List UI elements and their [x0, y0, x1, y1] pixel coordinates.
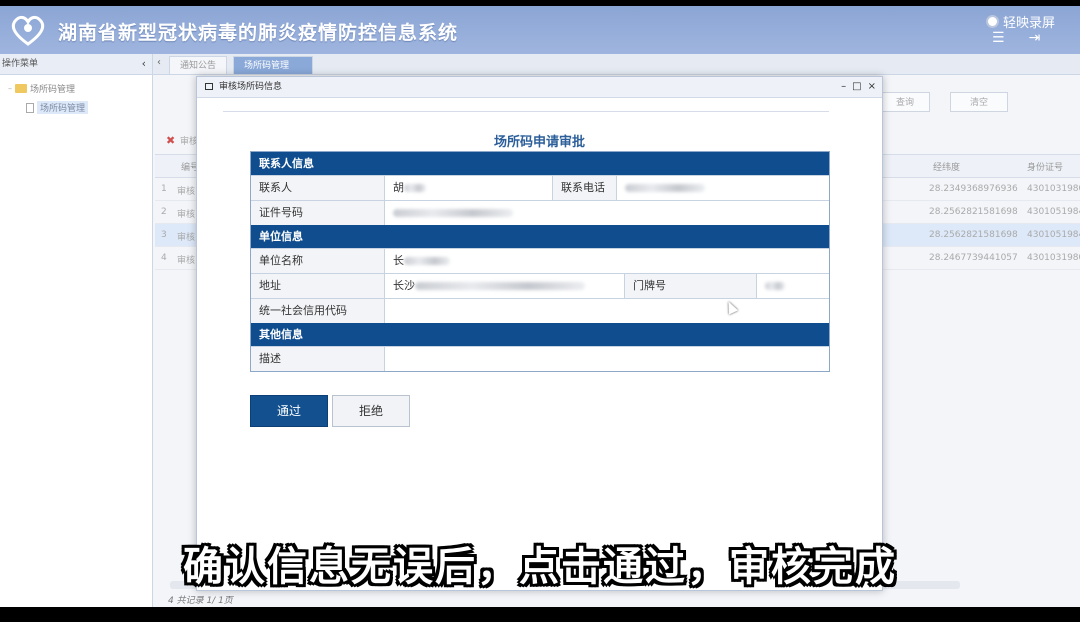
section-contact: 联系人信息: [251, 152, 829, 175]
form-row: 描述: [251, 346, 829, 371]
unit-name-value: 长: [385, 249, 827, 273]
id-number-value: [385, 201, 827, 225]
row-id: 43010319801: [1027, 184, 1080, 194]
search-button[interactable]: 查询: [880, 92, 930, 112]
app-title: 湖南省新型冠状病毒的肺炎疫情防控信息系统: [58, 22, 459, 44]
redacted-text: [625, 184, 705, 192]
form-row: 证件号码: [251, 200, 829, 225]
row-coord: 28.2562821581698: [929, 230, 1018, 240]
row-coord: 28.2562821581698: [929, 207, 1018, 217]
row-id: 43010519841: [1027, 207, 1080, 217]
description-value: [385, 347, 827, 371]
dialog-title: 审核场所码信息: [219, 82, 283, 92]
recorder-badge: 轻映录屏: [986, 12, 1056, 31]
tab-scroll-left-icon[interactable]: ‹: [157, 57, 161, 68]
form-title: 场所码申请审批: [493, 135, 585, 150]
tree-item-label: 场所码管理: [37, 101, 89, 114]
section-other: 其他信息: [251, 323, 829, 346]
video-frame-bottom: [0, 607, 1080, 622]
reject-button[interactable]: 拒绝: [332, 395, 410, 427]
row-coord: 28.2349368976936: [929, 184, 1018, 194]
folder-icon: [15, 84, 27, 93]
tree-item-label: 场所码管理: [30, 85, 76, 95]
dialog-controls: – □ ×: [841, 77, 876, 97]
row-number: 2: [161, 207, 167, 217]
contact-person-value: 胡: [385, 176, 553, 200]
contact-phone-label: 联系电话: [553, 176, 617, 200]
tree-item-folder[interactable]: – 场所码管理: [8, 82, 75, 95]
app-screen: 湖南省新型冠状病毒的肺炎疫情防控信息系统 轻映录屏 ☰ ⇥ 操作菜单 ‹ – 场…: [0, 6, 1080, 607]
section-unit: 单位信息: [251, 225, 829, 248]
address-label: 地址: [251, 274, 385, 298]
review-dialog: 审核场所码信息 – □ × 场所码申请审批 联系人信息 联系人 胡 联系电话 证…: [196, 76, 883, 591]
sidebar-title: 操作菜单: [2, 59, 39, 69]
contact-person-label: 联系人: [251, 176, 385, 200]
redacted-text: [393, 209, 513, 217]
row-action[interactable]: 审核: [177, 184, 195, 197]
row-action[interactable]: 审核: [177, 207, 195, 220]
record-icon: [986, 14, 999, 28]
tab-bar: ‹ 通知公告 场所码管理 ×: [153, 54, 1080, 89]
maximize-icon[interactable]: □: [852, 77, 861, 97]
credit-code-value: [385, 299, 827, 323]
dialog-titlebar[interactable]: 审核场所码信息 – □ ×: [197, 77, 882, 98]
file-icon: [26, 102, 34, 113]
contact-phone-value: [617, 176, 827, 200]
header-icons: ☰ ⇥: [992, 30, 1040, 46]
address-value: 长沙: [385, 274, 625, 298]
row-action[interactable]: 审核: [177, 253, 195, 266]
form-row: 联系人 胡 联系电话: [251, 175, 829, 200]
collapse-icon[interactable]: ‹: [142, 54, 146, 74]
logout-icon[interactable]: ⇥: [1029, 30, 1041, 46]
column-header: 经纬度: [933, 163, 961, 173]
id-number-label: 证件号码: [251, 201, 385, 225]
redacted-text: [415, 282, 585, 290]
review-icon[interactable]: ✖: [166, 134, 175, 147]
tab-venue-code[interactable]: 场所码管理 ×: [233, 56, 313, 89]
door-number-label: 门牌号: [625, 274, 757, 298]
form-row: 统一社会信用代码: [251, 298, 829, 323]
recorder-label: 轻映录屏: [1003, 15, 1056, 31]
unit-name-label: 单位名称: [251, 249, 385, 273]
form-row: 单位名称 长: [251, 248, 829, 273]
row-number: 1: [161, 184, 167, 194]
tree-item-file[interactable]: 场所码管理: [26, 101, 89, 114]
minimize-icon[interactable]: –: [841, 77, 846, 97]
divider: [223, 111, 829, 112]
pager-info: 4 共记录 1/ 1页: [168, 596, 233, 606]
logo-icon: [11, 15, 45, 46]
settings-icon[interactable]: ☰: [992, 30, 1005, 46]
tab-label: 场所码管理: [244, 61, 290, 71]
credit-code-label: 统一社会信用代码: [251, 299, 385, 323]
form-row: 地址 长沙 门牌号: [251, 273, 829, 298]
approve-button[interactable]: 通过: [250, 395, 328, 427]
application-form: 联系人信息 联系人 胡 联系电话 证件号码 单位信息 单位名称 长 地址 长沙 …: [250, 151, 830, 372]
window-icon: [205, 83, 213, 90]
tab-notice[interactable]: 通知公告: [169, 56, 227, 74]
sidebar-header: 操作菜单 ‹: [0, 54, 152, 75]
redacted-text: [404, 257, 450, 265]
row-id: 43010519841: [1027, 230, 1080, 240]
row-number: 3: [161, 230, 167, 240]
row-id: 43010319801: [1027, 253, 1080, 263]
door-number-value: [757, 274, 827, 298]
video-caption: 确认信息无误后，点击通过，审核完成: [183, 544, 897, 590]
app-header: 湖南省新型冠状病毒的肺炎疫情防控信息系统 轻映录屏 ☰ ⇥: [0, 6, 1080, 54]
redacted-text: [404, 184, 426, 192]
tree-toggle-icon[interactable]: –: [8, 84, 12, 93]
row-coord: 28.2467739441057: [929, 253, 1018, 263]
row-action[interactable]: 审核: [177, 230, 195, 243]
description-label: 描述: [251, 347, 385, 371]
sidebar: 操作菜单 ‹ – 场所码管理 场所码管理: [0, 54, 153, 607]
row-number: 4: [161, 253, 167, 263]
column-header: 身份证号: [1027, 163, 1064, 173]
clear-button[interactable]: 清空: [950, 92, 1008, 112]
close-icon[interactable]: ×: [868, 77, 876, 97]
redacted-text: [765, 282, 785, 290]
